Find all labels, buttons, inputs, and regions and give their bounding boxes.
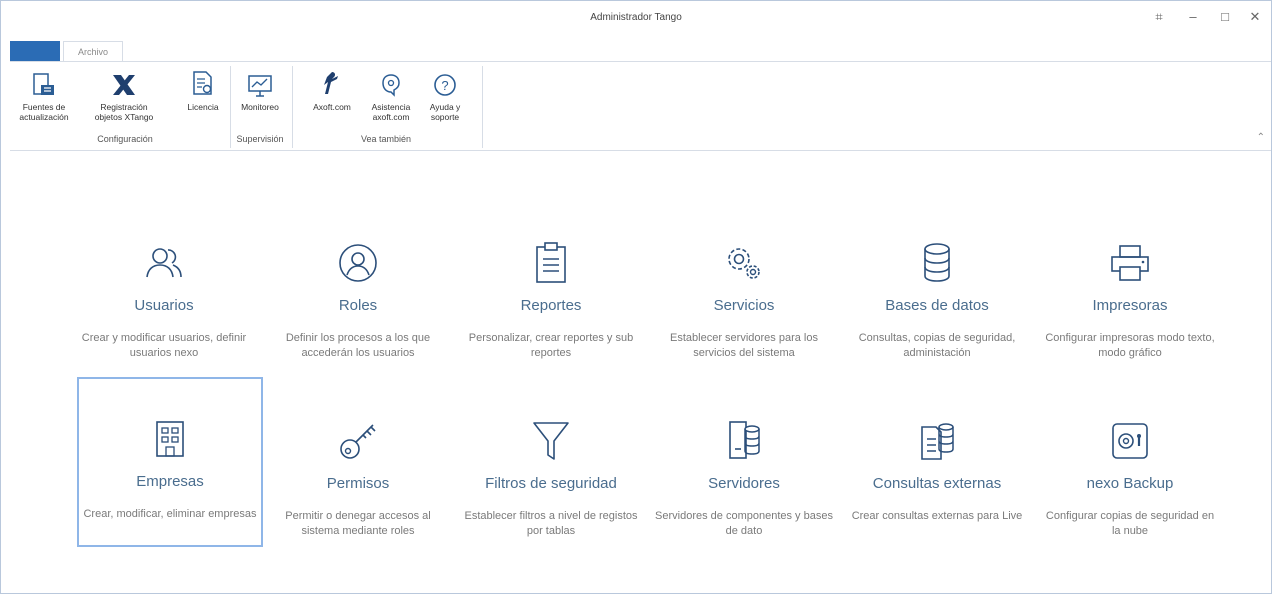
tile-servidores[interactable]: Servidores Servidores de componentes y b… (651, 379, 837, 549)
licencia-button[interactable]: Licencia (180, 64, 226, 112)
gears-icon (651, 241, 837, 285)
safe-icon (1037, 419, 1223, 463)
group-configuracion-label: Configuración (97, 134, 153, 144)
title-bar: Administrador Tango ⌗ – □ ✕ (1, 1, 1271, 37)
app-window: Administrador Tango ⌗ – □ ✕ Archivo Fuen… (0, 0, 1272, 594)
tile-roles[interactable]: Roles Definir los procesos a los que acc… (265, 201, 451, 371)
tile-servicios[interactable]: Servicios Establecer servidores para los… (651, 201, 837, 371)
license-icon (180, 64, 226, 98)
tile-impresoras[interactable]: Impresoras Configurar impresoras modo te… (1037, 201, 1223, 371)
group-supervision-label: Supervisión (236, 134, 284, 144)
xtango-icon (90, 64, 158, 98)
user-circle-icon (265, 241, 451, 285)
svg-text:?: ? (441, 78, 448, 93)
tile-nexo-backup[interactable]: nexo Backup Configurar copias de segurid… (1037, 379, 1223, 549)
help-icon: ? (424, 64, 466, 98)
group-vea-label: Vea también (360, 134, 412, 144)
axoft-button[interactable]: Axoft.com (310, 64, 354, 112)
tile-reportes[interactable]: Reportes Personalizar, crear reportes y … (458, 201, 644, 371)
ayuda-soporte-button[interactable]: ? Ayuda y soporte (424, 64, 466, 122)
update-sources-icon (16, 64, 72, 98)
tile-permisos[interactable]: Permisos Permitir o denegar accesos al s… (265, 379, 451, 549)
minimize-button[interactable]: – (1183, 9, 1203, 24)
tile-filtros-de-seguridad[interactable]: Filtros de seguridad Establecer filtros … (458, 379, 644, 549)
group-separator (230, 66, 231, 148)
tab-archivo[interactable]: Archivo (63, 41, 123, 62)
axoft-logo-icon (310, 64, 354, 98)
window-title: Administrador Tango (590, 12, 682, 23)
collapse-ribbon-icon[interactable]: ⌃ (1257, 132, 1265, 143)
monitoreo-button[interactable]: Monitoreo (232, 64, 288, 112)
key-icon (265, 419, 451, 463)
tile-usuarios[interactable]: Usuarios Crear y modificar usuarios, def… (71, 201, 257, 371)
filter-icon (458, 419, 644, 463)
maximize-button[interactable]: □ (1215, 9, 1235, 24)
tile-consultas-externas[interactable]: Consultas externas Crear consultas exter… (844, 379, 1030, 549)
monitor-chart-icon (232, 64, 288, 98)
tile-bases-de-datos[interactable]: Bases de datos Consultas, copias de segu… (844, 201, 1030, 371)
restore-layout-icon[interactable]: ⌗ (1149, 9, 1169, 25)
registracion-xtango-button[interactable]: Registración objetos XTango (90, 64, 158, 122)
users-icon (71, 241, 257, 285)
documents-icon (844, 419, 1030, 463)
tile-empresas[interactable]: Empresas Crear, modificar, eliminar empr… (77, 377, 263, 547)
printer-icon (1037, 241, 1223, 285)
group-separator (482, 66, 483, 148)
ribbon-panel: Fuentes de actualización Registración ob… (10, 61, 1271, 151)
asistencia-button[interactable]: Asistencia axoft.com (368, 64, 414, 122)
clipboard-icon (458, 241, 644, 285)
group-separator (292, 66, 293, 148)
fuentes-actualizacion-button[interactable]: Fuentes de actualización (16, 64, 72, 122)
database-icon (844, 241, 1030, 285)
server-icon (651, 419, 837, 463)
building-icon (79, 417, 261, 461)
close-button[interactable]: ✕ (1245, 9, 1265, 25)
file-menu-tab[interactable] (10, 41, 60, 62)
assistance-icon (368, 64, 414, 98)
